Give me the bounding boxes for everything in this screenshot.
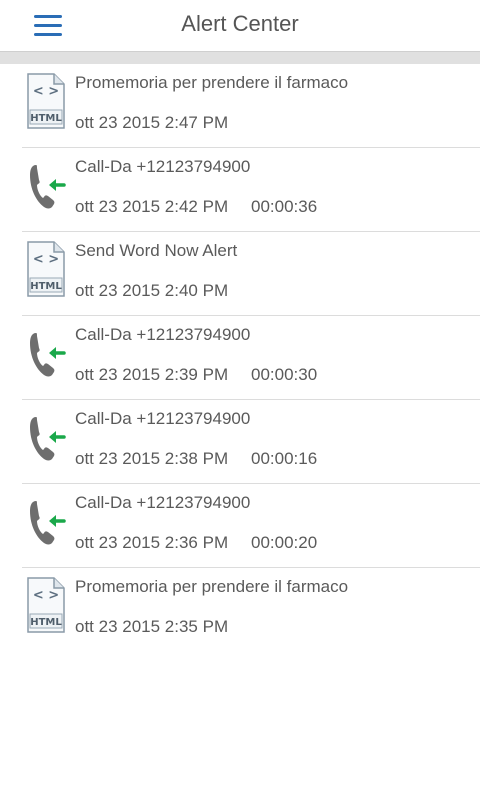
html-file-label: HTML — [30, 617, 62, 628]
alert-title: Call-Da +12123794900 — [75, 493, 251, 512]
header-divider — [0, 51, 480, 64]
alert-list-item[interactable]: Call-Da +12123794900 ott 23 2015 2:42 PM 0… — [22, 148, 480, 232]
incoming-call-icon — [26, 325, 66, 381]
alert-list-item[interactable]: < > HTML Promemoria per prendere il farmac… — [22, 568, 480, 652]
alert-timestamp: ott 23 2015 2:42 PM — [75, 197, 229, 216]
html-file-icon: < > HTML — [26, 577, 66, 633]
alert-list-item[interactable]: Call-Da +12123794900 ott 23 2015 2:39 PM 0… — [22, 316, 480, 400]
call-duration: 00:00:16 — [251, 449, 318, 468]
incoming-call-icon — [26, 409, 66, 465]
html-file-icon: < > HTML — [26, 241, 66, 297]
alert-list-item[interactable]: < > HTML Promemoria per prendere il farmac… — [22, 64, 480, 148]
alert-title: Call-Da +12123794900 — [75, 409, 251, 428]
alert-timestamp: ott 23 2015 2:38 PM — [75, 449, 229, 468]
incoming-call-icon — [26, 157, 66, 213]
alert-list-item[interactable]: Call-Da +12123794900 ott 23 2015 2:36 PM 0… — [22, 484, 480, 568]
alert-list-item[interactable]: Call-Da +12123794900 ott 23 2015 2:38 PM 0… — [22, 400, 480, 484]
html-file-icon: < > HTML — [26, 73, 66, 129]
svg-text:< >: < > — [33, 588, 59, 603]
html-file-label: HTML — [30, 113, 62, 124]
alert-title: Promemoria per prendere il farmaco — [75, 577, 349, 596]
incoming-call-icon — [26, 493, 66, 549]
call-duration: 00:00:36 — [251, 197, 318, 216]
html-file-label: HTML — [30, 281, 62, 292]
call-duration: 00:00:30 — [251, 365, 318, 384]
alert-list-item[interactable]: < > HTML Send Word Now Alert ott 23 2015 2:… — [22, 232, 480, 316]
svg-text:< >: < > — [33, 84, 59, 99]
alert-timestamp: ott 23 2015 2:35 PM — [75, 617, 229, 636]
alert-title: Promemoria per prendere il farmaco — [75, 73, 349, 92]
page-title: Alert Center — [181, 11, 299, 36]
alert-timestamp: ott 23 2015 2:36 PM — [75, 533, 229, 552]
alert-list: < > HTML Promemoria per prendere il farmac… — [0, 64, 480, 652]
alert-title: Send Word Now Alert — [75, 241, 238, 260]
alert-timestamp: ott 23 2015 2:47 PM — [75, 113, 229, 132]
call-duration: 00:00:20 — [251, 533, 318, 552]
alert-title: Call-Da +12123794900 — [75, 325, 251, 344]
alert-timestamp: ott 23 2015 2:40 PM — [75, 281, 229, 300]
alert-title: Call-Da +12123794900 — [75, 157, 251, 176]
app-header: Alert Center — [0, 0, 480, 51]
svg-text:< >: < > — [33, 252, 59, 267]
alert-timestamp: ott 23 2015 2:39 PM — [75, 365, 229, 384]
